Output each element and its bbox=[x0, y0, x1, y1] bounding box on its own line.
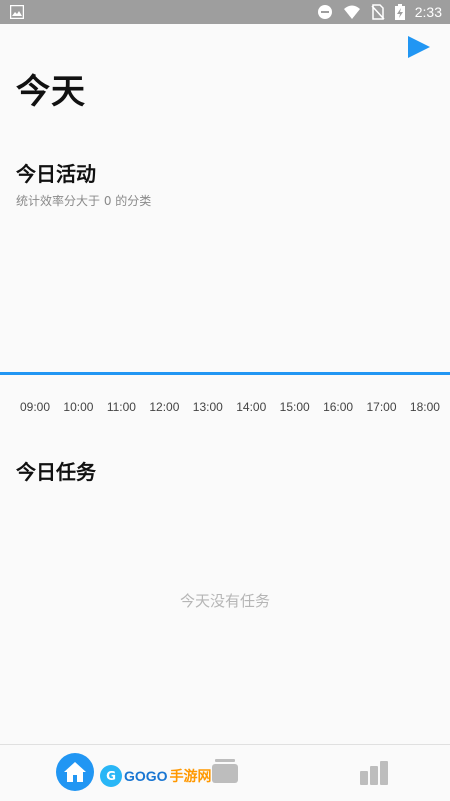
timeline-bar bbox=[0, 372, 450, 375]
time-tick: 13:00 bbox=[192, 400, 223, 414]
nav-stats-icon[interactable] bbox=[360, 761, 390, 785]
watermark-badge: G bbox=[100, 765, 122, 787]
status-bar: 2:33 bbox=[0, 0, 450, 24]
time-tick: 16:00 bbox=[323, 400, 354, 414]
time-tick: 14:00 bbox=[236, 400, 267, 414]
watermark-suffix: 手游网 bbox=[169, 769, 212, 785]
home-icon bbox=[64, 762, 86, 782]
nav-tasks-icon[interactable] bbox=[212, 759, 238, 783]
activity-section-title: 今日活动 bbox=[16, 162, 96, 186]
tasks-section-title: 今日任务 bbox=[16, 460, 96, 484]
time-axis: 09:00 10:00 11:00 12:00 13:00 14:00 15:0… bbox=[20, 400, 440, 418]
time-tick: 15:00 bbox=[279, 400, 310, 414]
activity-section-subtitle: 统计效率分大于 0 的分类 bbox=[16, 194, 152, 208]
image-notification-icon bbox=[10, 5, 24, 19]
status-time: 2:33 bbox=[414, 4, 442, 20]
time-tick: 12:00 bbox=[149, 400, 180, 414]
watermark-brand: GOGO bbox=[124, 768, 168, 784]
time-tick: 09:00 bbox=[20, 400, 51, 414]
no-sim-icon bbox=[371, 4, 385, 20]
page-title: 今天 bbox=[16, 72, 86, 112]
watermark-logo: G GOGO 手游网 bbox=[100, 763, 212, 789]
time-tick: 17:00 bbox=[366, 400, 397, 414]
nav-home-button[interactable] bbox=[56, 753, 94, 791]
bottom-navigation: G GOGO 手游网 bbox=[0, 744, 450, 801]
time-tick: 11:00 bbox=[106, 400, 136, 414]
time-tick: 10:00 bbox=[63, 400, 94, 414]
time-tick: 18:00 bbox=[409, 400, 440, 414]
wifi-icon bbox=[343, 5, 360, 19]
empty-tasks-message: 今天没有任务 bbox=[179, 592, 270, 610]
play-icon[interactable] bbox=[408, 36, 430, 58]
do-not-disturb-icon bbox=[317, 5, 332, 19]
battery-charging-icon bbox=[394, 4, 405, 20]
